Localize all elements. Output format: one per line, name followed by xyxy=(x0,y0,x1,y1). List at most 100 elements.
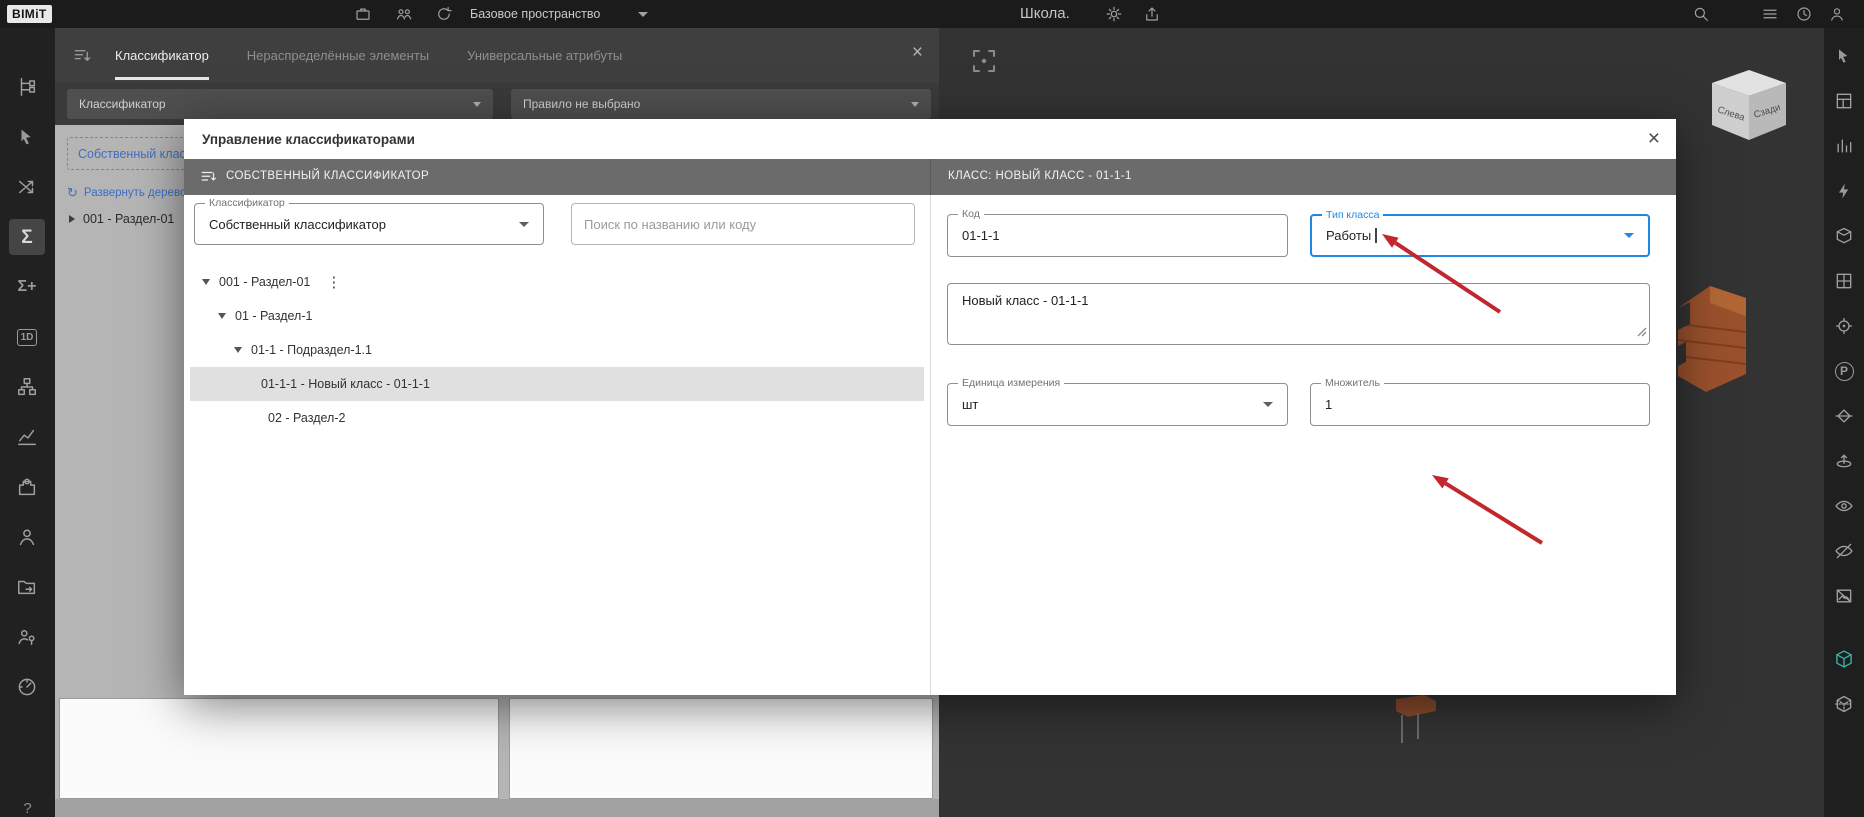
field-label: Код xyxy=(958,208,984,220)
refresh-icon: ↻ xyxy=(67,185,78,200)
tree-item[interactable]: 01-1 - Подраздел-1.1 xyxy=(190,333,924,367)
multiplier-field[interactable]: Множитель 1 xyxy=(1310,377,1650,426)
layout-panels-icon[interactable] xyxy=(1830,87,1858,115)
modal-classifier-dropdown[interactable]: Классификатор Собственный классификатор xyxy=(194,197,544,245)
chevron-down-icon xyxy=(911,101,919,107)
class-section-title: КЛАСС: НОВЫЙ КЛАСС - 01-1-1 xyxy=(948,170,1132,182)
expander-icon[interactable] xyxy=(69,215,75,223)
menu-icon[interactable] xyxy=(1760,4,1780,24)
plugins-icon[interactable] xyxy=(9,469,45,505)
sync-icon[interactable] xyxy=(434,4,454,24)
section-plane-icon[interactable] xyxy=(1830,402,1858,430)
graph-icon[interactable] xyxy=(9,419,45,455)
field-value: Работы xyxy=(1326,228,1372,243)
clip-cube-icon[interactable] xyxy=(1830,222,1858,250)
classifier-dropdown[interactable]: Классификатор xyxy=(67,89,493,119)
app-logo[interactable]: BIMiT xyxy=(7,5,52,23)
relations-icon[interactable] xyxy=(9,169,45,205)
top-bar: BIMiT Базовое пространство Школа. xyxy=(0,0,1864,28)
model-tree-icon[interactable] xyxy=(9,69,45,105)
expand-tree-link[interactable]: ↻ Развернуть дерево xyxy=(67,185,186,201)
chevron-down-icon xyxy=(519,221,529,227)
history-icon[interactable] xyxy=(1794,4,1814,24)
export-folder-icon[interactable] xyxy=(9,569,45,605)
class-name-textarea[interactable]: Новый класс - 01-1-1 xyxy=(947,283,1650,345)
item-menu-icon[interactable]: ⋮ xyxy=(326,273,341,291)
visibility-icon[interactable] xyxy=(1830,492,1858,520)
turntable-icon[interactable] xyxy=(1830,447,1858,475)
chevron-down-icon[interactable] xyxy=(638,12,648,17)
space-selector[interactable]: Базовое пространство xyxy=(470,7,600,21)
results-pane-right xyxy=(509,698,933,799)
dashboard-gauge-icon[interactable] xyxy=(9,669,45,705)
share-icon[interactable] xyxy=(1142,4,1162,24)
tree-item[interactable]: 01 - Раздел-1 xyxy=(190,299,924,333)
panel-menu-icon[interactable] xyxy=(73,46,92,70)
tree-item-label: 01 - Раздел-1 xyxy=(235,309,313,323)
users-location-icon[interactable] xyxy=(9,619,45,655)
tab-universal-attributes[interactable]: Универсальные атрибуты xyxy=(467,48,622,63)
sum-tool-icon[interactable]: Σ xyxy=(9,219,45,255)
text-cursor xyxy=(1375,228,1377,243)
sum-add-icon[interactable]: Σ+ xyxy=(9,269,45,305)
code-field[interactable]: Код 01-1-1 xyxy=(947,208,1288,257)
tab-unassigned-elements[interactable]: Нераспределённые элементы xyxy=(247,48,429,63)
view-cube[interactable]: Слева Сзади xyxy=(1706,66,1792,144)
model-cube-icon[interactable] xyxy=(1830,645,1858,673)
search-icon[interactable] xyxy=(1691,4,1711,24)
tab-classifier[interactable]: Классификатор xyxy=(115,48,209,80)
field-label: Множитель xyxy=(1321,377,1384,389)
panel-header: Классификатор Нераспределённые элементы … xyxy=(55,28,939,83)
profile-icon[interactable] xyxy=(1827,4,1847,24)
user-node-icon[interactable] xyxy=(9,519,45,555)
panel-close-icon[interactable]: × xyxy=(912,42,923,64)
field-value: Новый класс - 01-1-1 xyxy=(962,293,1089,308)
select-region-icon[interactable] xyxy=(971,48,997,79)
rule-dropdown[interactable]: Правило не выбрано xyxy=(511,89,931,119)
classifier-list-icon[interactable] xyxy=(200,168,218,191)
tree-item[interactable]: 02 - Раздел-2 xyxy=(190,401,924,435)
section-box-icon[interactable] xyxy=(1830,690,1858,718)
field-label: Единица измерения xyxy=(958,377,1065,389)
panel-tree-root-item[interactable]: 001 - Раздел-01 xyxy=(69,212,174,226)
field-label: Классификатор xyxy=(205,197,289,209)
cursor-icon[interactable] xyxy=(1830,42,1858,70)
application-window: BIMiT Базовое пространство Школа. Σ Σ+ 1… xyxy=(0,0,1864,817)
chevron-down-icon xyxy=(1624,233,1634,238)
help-button[interactable]: ? xyxy=(0,800,55,817)
dialog-close-icon[interactable]: × xyxy=(1648,127,1660,151)
dialog-section-header: СОБСТВЕННЫЙ КЛАССИФИКАТОР КЛАСС: НОВЫЙ К… xyxy=(184,159,1676,195)
class-type-dropdown[interactable]: Тип класса Работы xyxy=(1310,209,1650,257)
image-off-icon[interactable] xyxy=(1830,582,1858,610)
stats-icon[interactable] xyxy=(1830,132,1858,160)
parking-icon[interactable]: P xyxy=(1830,357,1858,385)
tree-item-label: 02 - Раздел-2 xyxy=(268,411,346,425)
project-title: Школа. xyxy=(1020,5,1070,22)
tree-item[interactable]: 001 - Раздел-01 ⋮ xyxy=(190,265,924,299)
one-d-icon[interactable]: 1D xyxy=(9,319,45,355)
collaboration-icon[interactable] xyxy=(394,4,414,24)
tree-item-selected[interactable]: 01-1-1 - Новый класс - 01-1-1 xyxy=(190,367,924,401)
left-section-title: СОБСТВЕННЫЙ КЛАССИФИКАТОР xyxy=(226,170,430,182)
field-value: 1 xyxy=(1325,397,1333,412)
panel-tabs: Классификатор Нераспределённые элементы … xyxy=(55,48,622,80)
expander-down-icon[interactable] xyxy=(202,279,210,285)
masonry-element-bottom-fragment[interactable] xyxy=(1394,695,1440,745)
select-point-icon[interactable] xyxy=(9,119,45,155)
expander-down-icon[interactable] xyxy=(218,313,226,319)
hierarchy-icon[interactable] xyxy=(9,369,45,405)
settings-gear-icon[interactable] xyxy=(1104,4,1124,24)
resize-handle-icon[interactable] xyxy=(1637,324,1647,342)
unit-dropdown[interactable]: Единица измерения шт xyxy=(947,377,1288,426)
expander-down-icon[interactable] xyxy=(234,347,242,353)
focus-icon[interactable] xyxy=(1830,312,1858,340)
tree-item-label: 01-1-1 - Новый класс - 01-1-1 xyxy=(261,377,430,391)
flash-icon[interactable] xyxy=(1830,177,1858,205)
field-value: Собственный классификатор xyxy=(209,216,386,232)
search-input[interactable] xyxy=(571,203,915,245)
modal-classifier-tree: 001 - Раздел-01 ⋮ 01 - Раздел-1 01-1 - П… xyxy=(190,265,924,435)
grid-icon[interactable] xyxy=(1830,267,1858,295)
visibility-off-icon[interactable] xyxy=(1830,537,1858,565)
projects-briefcase-icon[interactable] xyxy=(353,4,373,24)
masonry-element-fragment[interactable] xyxy=(1674,276,1748,396)
